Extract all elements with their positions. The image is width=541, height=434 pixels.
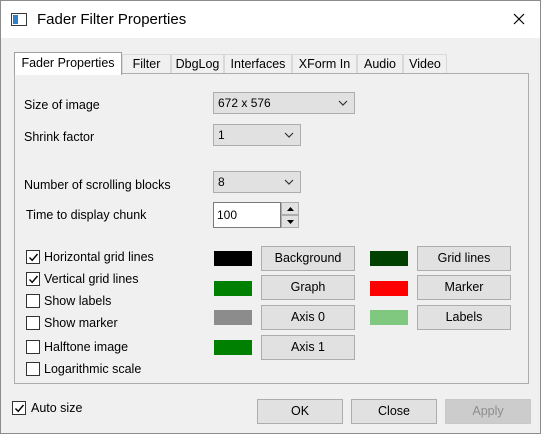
auto-size-checkbox[interactable]: [12, 401, 26, 415]
background-color-button[interactable]: Background: [261, 246, 355, 271]
halftone-image-label: Halftone image: [44, 340, 129, 354]
window-title: Fader Filter Properties: [37, 11, 187, 28]
logarithmic-scale-checkbox[interactable]: [26, 362, 40, 376]
tab-audio[interactable]: Audio: [357, 54, 403, 74]
tab-xform-in[interactable]: XForm In: [292, 54, 357, 74]
horizontal-grid-label: Horizontal grid lines: [44, 250, 154, 264]
time-to-display-value: 100: [217, 208, 238, 222]
tab-video[interactable]: Video: [403, 54, 447, 74]
axis0-color-swatch: [214, 310, 252, 325]
scrolling-blocks-value: 8: [218, 175, 225, 189]
graph-color-swatch: [214, 281, 252, 296]
title-bar: Fader Filter Properties: [1, 1, 540, 38]
axis1-color-button[interactable]: Axis 1: [261, 335, 355, 360]
spin-up-button[interactable]: [281, 202, 299, 215]
tab-interfaces[interactable]: Interfaces: [224, 54, 292, 74]
halftone-image-checkbox[interactable]: [26, 340, 40, 354]
graph-color-button[interactable]: Graph: [261, 275, 355, 300]
close-window-button[interactable]: [506, 9, 532, 31]
checkmark-icon: [28, 253, 39, 262]
checkmark-icon: [14, 404, 25, 413]
vertical-grid-label: Vertical grid lines: [44, 272, 139, 286]
size-of-image-value: 672 x 576: [218, 96, 271, 110]
time-to-display-label: Time to display chunk: [26, 208, 147, 222]
time-to-display-input[interactable]: 100: [213, 202, 281, 228]
marker-color-button[interactable]: Marker: [417, 275, 511, 300]
fader-properties-panel: Size of image 672 x 576 Shrink factor 1 …: [14, 73, 529, 384]
arrow-down-icon: [287, 220, 294, 224]
background-color-swatch: [214, 251, 252, 266]
close-button[interactable]: Close: [351, 399, 437, 424]
show-labels-label: Show labels: [44, 294, 112, 308]
marker-color-swatch: [370, 281, 408, 296]
show-labels-checkbox[interactable]: [26, 294, 40, 308]
chevron-down-icon: [284, 132, 294, 138]
grid-lines-color-button[interactable]: Grid lines: [417, 246, 511, 271]
time-spinner: [281, 202, 299, 228]
shrink-factor-dropdown[interactable]: 1: [213, 124, 301, 146]
scrolling-blocks-dropdown[interactable]: 8: [213, 171, 301, 193]
size-of-image-dropdown[interactable]: 672 x 576: [213, 92, 355, 114]
tab-dbglog[interactable]: DbgLog: [171, 54, 224, 74]
show-marker-checkbox[interactable]: [26, 316, 40, 330]
labels-color-swatch: [370, 310, 408, 325]
vertical-grid-checkbox[interactable]: [26, 272, 40, 286]
labels-color-button[interactable]: Labels: [417, 305, 511, 330]
axis0-color-button[interactable]: Axis 0: [261, 305, 355, 330]
auto-size-label: Auto size: [31, 401, 83, 415]
horizontal-grid-checkbox[interactable]: [26, 250, 40, 264]
shrink-factor-label: Shrink factor: [24, 130, 95, 144]
tab-fader-properties[interactable]: Fader Properties: [14, 52, 122, 75]
axis1-color-swatch: [214, 340, 252, 355]
size-of-image-label: Size of image: [24, 98, 100, 112]
close-icon: [513, 13, 525, 25]
app-window-icon: [11, 13, 27, 26]
checkmark-icon: [28, 275, 39, 284]
shrink-factor-value: 1: [218, 128, 225, 142]
scrolling-blocks-label: Number of scrolling blocks: [24, 178, 171, 192]
arrow-up-icon: [287, 207, 294, 211]
chevron-down-icon: [284, 179, 294, 185]
ok-button[interactable]: OK: [257, 399, 343, 424]
show-marker-label: Show marker: [44, 316, 118, 330]
logarithmic-scale-label: Logarithmic scale: [44, 362, 142, 376]
apply-button[interactable]: Apply: [445, 399, 531, 424]
chevron-down-icon: [338, 100, 348, 106]
grid-lines-color-swatch: [370, 251, 408, 266]
spin-down-button[interactable]: [281, 215, 299, 228]
tab-filter[interactable]: Filter: [122, 54, 171, 74]
properties-dialog: Fader Filter Properties Fader Properties…: [0, 0, 541, 434]
